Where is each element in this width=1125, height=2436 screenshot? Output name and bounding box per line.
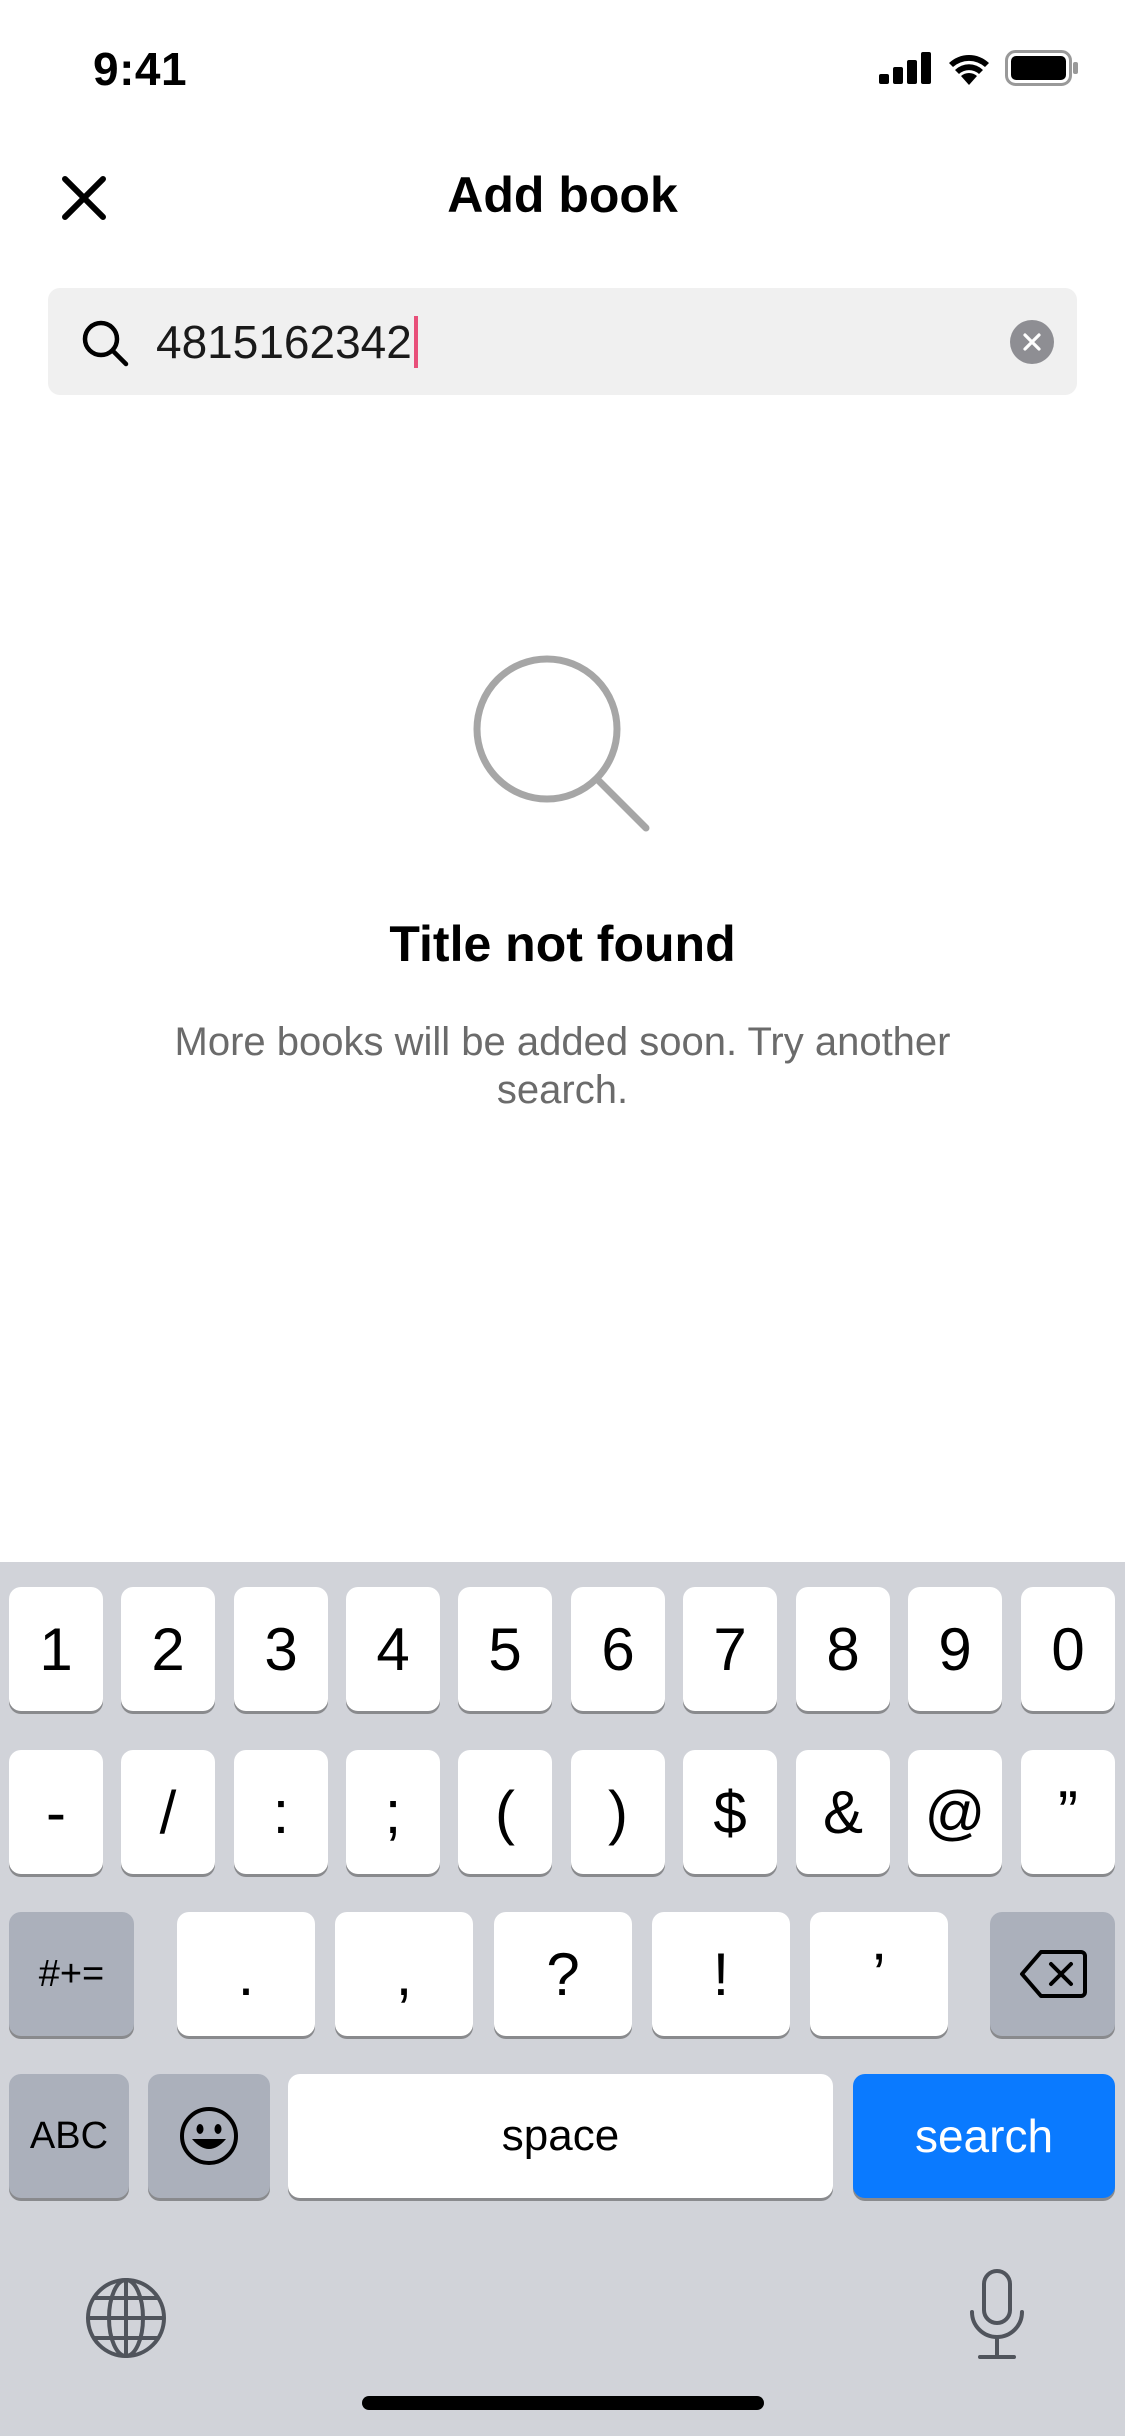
keyboard: 1 2 3 4 5 6 7 8 9 0 - / : ; ( ) $ & @ ” … [0,1562,1125,2436]
microphone-icon [970,2269,1024,2359]
key-comma[interactable]: , [335,1912,473,2036]
key-apostrophe[interactable]: ’ [810,1912,948,2036]
emoji-key[interactable] [148,2074,270,2198]
page-title: Add book [447,167,678,223]
empty-state-description: More books will be added soon. Try anoth… [174,1020,951,1112]
wifi-icon [949,55,989,85]
clear-search-button[interactable] [1010,320,1054,364]
globe-button[interactable] [84,2276,168,2360]
search-query-text: 4815162342 [156,316,412,368]
home-indicator [362,2396,764,2410]
key-ampersand[interactable]: & [796,1750,890,1874]
key-exclamation[interactable]: ! [652,1912,790,2036]
dictation-button[interactable] [962,2268,1032,2362]
backspace-icon [1019,1950,1087,1998]
key-3[interactable]: 3 [234,1587,328,1711]
abc-key[interactable]: ABC [9,2074,129,2198]
key-6[interactable]: 6 [571,1587,665,1711]
search-icon [82,320,129,367]
search-key[interactable]: search [853,2074,1115,2198]
battery-icon [1005,50,1078,86]
emoji-icon [180,2107,238,2165]
text-caret [413,316,418,368]
backspace-key[interactable] [990,1912,1115,2036]
signal-icon [879,52,931,84]
space-key[interactable]: space [288,2074,833,2198]
key-semicolon[interactable]: ; [346,1750,440,1874]
key-dollar[interactable]: $ [683,1750,777,1874]
empty-state-title: Title not found [389,916,736,972]
magnifier-icon [473,655,650,832]
key-slash[interactable]: / [121,1750,215,1874]
key-4[interactable]: 4 [346,1587,440,1711]
key-colon[interactable]: : [234,1750,328,1874]
key-hyphen[interactable]: - [9,1750,103,1874]
symbols-toggle-key[interactable]: #+= [9,1912,134,2036]
key-9[interactable]: 9 [908,1587,1002,1711]
globe-icon [86,2278,166,2358]
key-open-paren[interactable]: ( [458,1750,552,1874]
key-5[interactable]: 5 [458,1587,552,1711]
key-question[interactable]: ? [494,1912,632,2036]
key-7[interactable]: 7 [683,1587,777,1711]
key-8[interactable]: 8 [796,1587,890,1711]
clear-icon [1023,333,1041,351]
status-time: 9:41 [93,43,188,95]
key-quote[interactable]: ” [1021,1750,1115,1874]
key-close-paren[interactable]: ) [571,1750,665,1874]
key-2[interactable]: 2 [121,1587,215,1711]
key-period[interactable]: . [177,1912,315,2036]
key-1[interactable]: 1 [9,1587,103,1711]
status-icons [879,50,1079,86]
search-input-value: 4815162342 [156,312,418,372]
key-0[interactable]: 0 [1021,1587,1115,1711]
key-at[interactable]: @ [908,1750,1002,1874]
